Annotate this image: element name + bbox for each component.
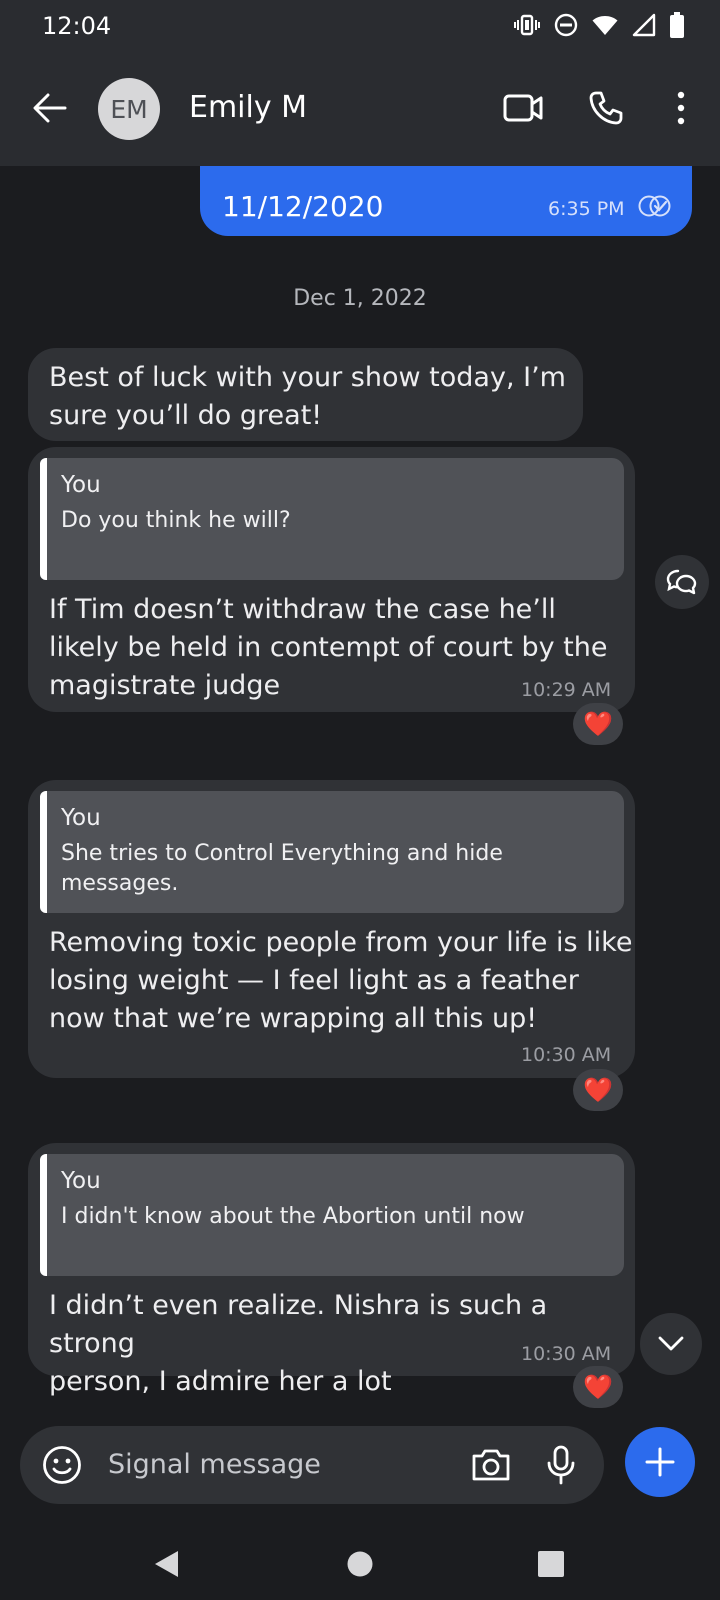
quote-bar: [40, 791, 47, 913]
reaction-heart[interactable]: ❤️: [573, 1366, 623, 1408]
message-text: Removing toxic people from your life is …: [49, 927, 633, 1034]
incoming-message[interactable]: You She tries to Control Everything and …: [28, 780, 635, 1078]
quote-text: Do you think he will?: [61, 508, 291, 533]
more-options-button[interactable]: [655, 82, 707, 134]
incoming-message[interactable]: You Do you think he will? If Tim doesn’t…: [28, 447, 635, 712]
phone-icon: [589, 91, 623, 125]
message-text: Best of luck with your show today, I’m s…: [49, 362, 566, 431]
quoted-message[interactable]: You I didn't know about the Abortion unt…: [40, 1154, 624, 1276]
nav-recents-button[interactable]: [523, 1536, 579, 1592]
incoming-message[interactable]: Best of luck with your show today, I’m s…: [28, 348, 583, 441]
back-button[interactable]: [26, 84, 74, 132]
message-time: 10:30 AM: [521, 1044, 612, 1066]
date-divider: Dec 1, 2022: [293, 286, 427, 311]
circle-home-icon: [347, 1551, 373, 1577]
message-time: 10:29 AM: [521, 679, 612, 701]
outgoing-message[interactable]: 11/12/2020 6:35 PM: [200, 166, 692, 236]
contact-name[interactable]: Emily M: [189, 90, 307, 125]
quoted-message[interactable]: You She tries to Control Everything and …: [40, 791, 624, 913]
quote-author: You: [61, 472, 101, 498]
nav-home-button[interactable]: [332, 1536, 388, 1592]
quote-author: You: [61, 1168, 101, 1194]
message-text: 11/12/2020: [222, 190, 384, 223]
message-list[interactable]: 11/12/2020 6:35 PM Dec 1, 2022 Best of l…: [0, 166, 720, 1410]
triangle-back-icon: [155, 1551, 178, 1577]
video-call-button[interactable]: [497, 82, 549, 134]
scroll-to-bottom-button[interactable]: [640, 1313, 702, 1375]
camera-button[interactable]: [467, 1441, 515, 1489]
message-input[interactable]: [108, 1448, 438, 1482]
quote-author: You: [61, 805, 101, 831]
vibrate-icon: [514, 14, 540, 40]
quote-bar: [40, 458, 47, 580]
conversation-header: EM Emily M: [0, 54, 720, 166]
plus-icon: [645, 1447, 675, 1477]
emoji-button[interactable]: [38, 1441, 86, 1489]
signal-icon: [632, 13, 656, 41]
avatar[interactable]: EM: [98, 78, 160, 140]
status-icons: [514, 12, 684, 42]
voice-note-button[interactable]: [537, 1441, 585, 1489]
quoted-message[interactable]: You Do you think he will?: [40, 458, 624, 580]
composer: [0, 1410, 720, 1526]
quote-bar: [40, 1154, 47, 1276]
back-arrow-icon: [33, 93, 67, 123]
microphone-icon: [547, 1445, 575, 1485]
reply-icon: [666, 569, 697, 595]
delivered-check-icon: [638, 194, 672, 222]
incoming-message[interactable]: You I didn't know about the Abortion unt…: [28, 1143, 635, 1397]
camera-icon: [472, 1449, 510, 1481]
message-time: 6:35 PM: [548, 198, 625, 220]
do-not-disturb-icon: [554, 13, 578, 41]
battery-icon: [670, 12, 684, 42]
quote-text: She tries to Control Everything and hide…: [61, 841, 503, 896]
phone-call-button[interactable]: [580, 82, 632, 134]
status-bar: 12:04: [0, 0, 720, 54]
status-time: 12:04: [42, 12, 112, 40]
video-call-icon: [503, 94, 543, 122]
reaction-heart[interactable]: ❤️: [573, 703, 623, 745]
attachment-button[interactable]: [625, 1427, 695, 1497]
square-recents-icon: [538, 1551, 564, 1577]
wifi-icon: [592, 14, 618, 40]
composer-field: [20, 1426, 604, 1504]
chevron-down-icon: [658, 1336, 684, 1351]
reaction-heart[interactable]: ❤️: [573, 1069, 623, 1111]
nav-back-button[interactable]: [138, 1536, 194, 1592]
system-navigation-bar: [0, 1526, 720, 1600]
reply-button[interactable]: [655, 555, 709, 609]
message-time: 10:30 AM: [521, 1343, 612, 1365]
emoji-icon: [43, 1446, 81, 1484]
more-vert-icon: [677, 91, 685, 125]
quote-text: I didn't know about the Abortion until n…: [61, 1204, 525, 1229]
